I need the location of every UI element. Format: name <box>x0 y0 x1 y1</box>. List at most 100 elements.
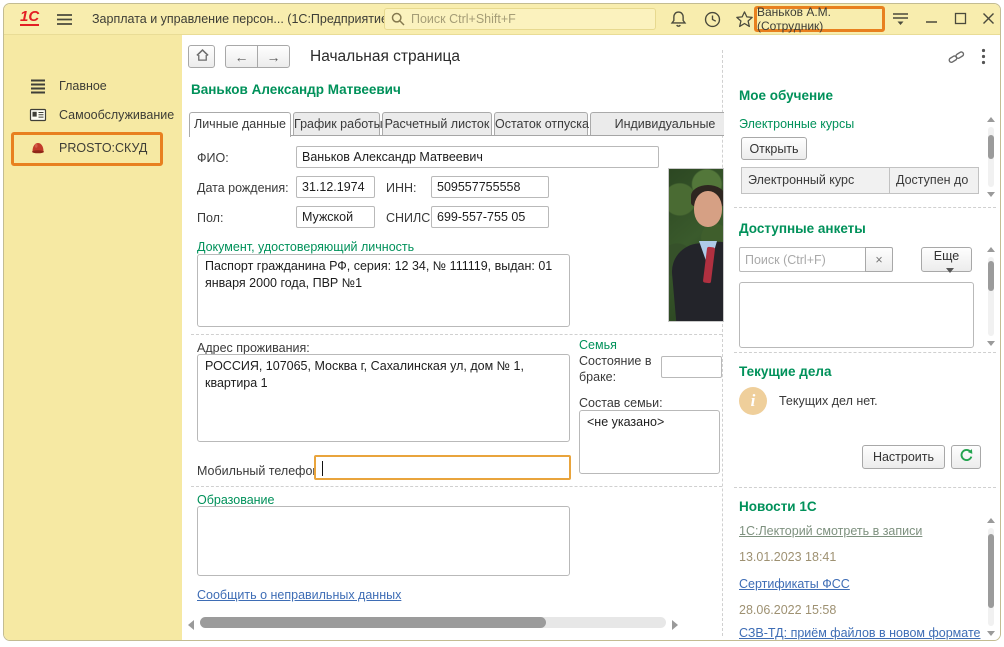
courses-table-header: Электронный курс Доступен до <box>741 167 979 194</box>
current-user-button[interactable]: Ваньков А.М. (Сотрудник) <box>754 6 885 32</box>
birthdate-label: Дата рождения: <box>197 181 289 195</box>
education-field[interactable] <box>197 506 570 576</box>
surveys-search-input[interactable] <box>739 247 866 272</box>
no-todos-text: Текущих дел нет. <box>779 394 878 408</box>
available-surveys-header: Доступные анкеты <box>739 221 866 236</box>
snils-field[interactable] <box>431 206 549 228</box>
scrollbar-thumb[interactable] <box>988 135 994 159</box>
section-divider <box>734 352 996 353</box>
scrollbar-thumb[interactable] <box>988 261 994 291</box>
more-actions-button[interactable] <box>981 48 986 65</box>
get-link-button[interactable] <box>948 49 965 65</box>
my-training-header: Мое обучение <box>739 88 833 103</box>
hscroll-left-arrow[interactable] <box>188 620 194 630</box>
configure-button[interactable]: Настроить <box>862 445 945 469</box>
fio-field[interactable] <box>296 146 659 168</box>
birthdate-field[interactable] <box>296 176 375 198</box>
snils-label: СНИЛС: <box>386 211 434 225</box>
marital-status-label: Состояние в браке: <box>579 354 659 385</box>
close-button[interactable] <box>981 11 996 26</box>
family-members-label: Состав семьи: <box>579 396 663 410</box>
report-wrong-data-link[interactable]: Сообщить о неправильных данных <box>197 588 401 602</box>
chevron-down-icon <box>946 268 954 273</box>
info-icon: i <box>739 387 767 415</box>
tab-individual[interactable]: Индивидуальные <box>590 112 724 136</box>
photo-face <box>694 191 722 227</box>
section-divider <box>191 486 722 487</box>
more-button[interactable]: Еще <box>921 247 972 272</box>
address-field[interactable]: РОССИЯ, 107065, Москва г, Сахалинская ул… <box>197 354 570 442</box>
scroll-down-arrow[interactable] <box>987 341 995 346</box>
sidebar-item-label: Самообслуживание <box>59 108 174 122</box>
hamburger-icon <box>56 13 73 26</box>
tab-vacation-balance[interactable]: Остаток отпуска <box>494 112 588 136</box>
favorites-button[interactable] <box>735 10 754 29</box>
refresh-button[interactable] <box>951 445 981 469</box>
hscrollbar-thumb[interactable] <box>200 617 546 628</box>
scroll-up-arrow[interactable] <box>987 518 995 523</box>
refresh-icon <box>959 448 974 463</box>
news-link[interactable]: 1С:Лекторий смотреть в записи <box>739 524 922 538</box>
sidebar: Главное Самообслуживание PROSTO:СКУД <box>4 35 182 640</box>
kebab-menu-icon <box>981 48 986 65</box>
search-input[interactable] <box>384 8 656 30</box>
employee-photo <box>668 168 724 322</box>
inn-field[interactable] <box>431 176 549 198</box>
hscroll-right-arrow[interactable] <box>672 620 678 630</box>
news-link[interactable]: СЗВ-ТД: приём файлов в новом формате <box>739 626 981 640</box>
open-course-button[interactable]: Открыть <box>741 137 807 160</box>
service-menu-icon <box>892 12 909 26</box>
gender-field[interactable] <box>296 206 375 228</box>
tab-payslip[interactable]: Расчетный листок <box>382 112 492 136</box>
identity-document-header: Документ, удостоверяющий личность <box>197 240 414 254</box>
home-icon <box>195 48 210 62</box>
family-header: Семья <box>579 338 617 352</box>
column-course[interactable]: Электронный курс <box>742 168 890 193</box>
current-user-label: Ваньков А.М. (Сотрудник) <box>757 5 882 33</box>
back-button[interactable]: ← <box>225 45 258 68</box>
history-button[interactable] <box>703 10 722 29</box>
notifications-button[interactable] <box>669 10 688 29</box>
scroll-up-arrow[interactable] <box>987 117 995 122</box>
gender-label: Пол: <box>197 211 223 225</box>
panel-divider <box>722 50 723 636</box>
inn-label: ИНН: <box>386 181 417 195</box>
tab-work-schedule[interactable]: График работы <box>293 112 380 136</box>
marital-status-field[interactable] <box>661 356 722 378</box>
surveys-list[interactable] <box>739 282 974 348</box>
main-menu-button[interactable] <box>56 13 73 26</box>
clear-search-button[interactable]: × <box>865 247 893 272</box>
scroll-down-arrow[interactable] <box>987 631 995 636</box>
maximize-button[interactable] <box>953 11 968 26</box>
history-clock-icon <box>703 10 722 29</box>
news-date: 28.06.2022 15:58 <box>739 603 836 617</box>
sidebar-item-self-service[interactable]: Самообслуживание <box>4 102 182 128</box>
forward-button[interactable]: → <box>257 45 290 68</box>
employee-name: Ваньков Александр Матвеевич <box>191 82 401 97</box>
chain-link-icon <box>948 49 965 65</box>
scrollbar-thumb[interactable] <box>988 534 994 608</box>
identity-document-field[interactable]: Паспорт гражданина РФ, серия: 12 34, № 1… <box>197 254 570 327</box>
app-window: 1С Зарплата и управление персон... (1С:П… <box>3 3 1001 641</box>
minimize-button[interactable] <box>924 11 939 26</box>
e-courses-header: Электронные курсы <box>739 117 854 131</box>
maximize-icon <box>953 11 968 26</box>
photo-suit <box>670 240 724 322</box>
news-scrollbar <box>986 518 996 636</box>
mobile-phone-field[interactable] <box>314 455 571 480</box>
home-button[interactable] <box>188 45 215 68</box>
tab-personal-data[interactable]: Личные данные <box>189 112 291 137</box>
window-title: Зарплата и управление персон... (1С:Пред… <box>92 12 392 26</box>
service-menu-button[interactable] <box>892 12 909 26</box>
scroll-down-arrow[interactable] <box>987 192 995 197</box>
surveys-scrollbar <box>986 247 996 346</box>
sidebar-item-main[interactable]: Главное <box>4 73 182 99</box>
column-available-until[interactable]: Доступен до <box>890 168 978 193</box>
scroll-up-arrow[interactable] <box>987 247 995 252</box>
news-link[interactable]: Сертификаты ФСС <box>739 577 850 591</box>
more-button-label: Еще <box>934 249 959 263</box>
sections-list-icon <box>29 77 47 95</box>
family-members-field[interactable]: <не указано> <box>579 410 720 474</box>
section-divider <box>191 334 722 335</box>
minimize-icon <box>924 11 939 26</box>
